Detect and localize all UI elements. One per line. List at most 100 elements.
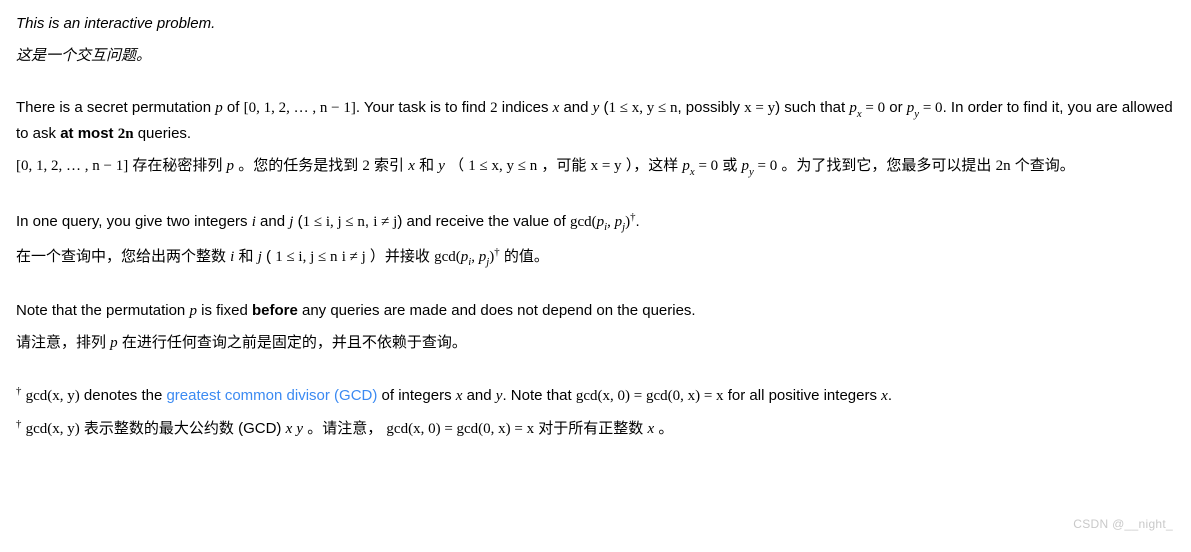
intro-en-text: This is an interactive problem. — [16, 15, 215, 32]
t: 的值。 — [500, 248, 549, 265]
p3-en: In one query, you give two integers i an… — [16, 209, 1175, 236]
atmost: at most — [60, 125, 118, 142]
t: indices — [498, 99, 553, 116]
t: 索引 — [370, 157, 408, 174]
p4-zh: 请注意，排列 p 在进行任何查询之前是固定的，并且不依赖于查询。 — [16, 331, 1175, 355]
gcd-link[interactable]: greatest common divisor (GCD) — [166, 387, 377, 404]
twon: 2n — [118, 126, 134, 142]
t: ) such that — [775, 99, 849, 116]
t: 和 — [415, 157, 438, 174]
t: 表示整数的最大公约数 (GCD) — [80, 420, 286, 437]
t: 或 — [718, 157, 741, 174]
t: or — [885, 99, 907, 116]
py: p — [742, 158, 750, 174]
t: and — [559, 99, 592, 116]
xeqy: x = y — [591, 158, 622, 174]
px: p — [849, 100, 857, 116]
sub-x: x — [690, 166, 695, 178]
t: queries. — [134, 125, 192, 142]
t: of integers — [377, 387, 455, 404]
eq0b: = 0 — [754, 158, 777, 174]
t: 对于所有正整数 — [534, 420, 647, 437]
t: ），这样 — [622, 157, 683, 174]
var-y: y — [438, 158, 445, 174]
t: ，可能 — [537, 157, 590, 174]
dagger-mark: † — [16, 418, 21, 430]
sub-j: j — [486, 256, 489, 268]
t: . — [888, 387, 892, 404]
eq0: = 0 — [695, 158, 718, 174]
t: of — [223, 99, 244, 116]
eq0: = 0 — [862, 100, 885, 116]
sub-i: i — [468, 256, 471, 268]
var-p: p — [215, 100, 223, 116]
intro-zh: 这是一个交互问题。 — [16, 44, 1175, 68]
t: （ — [445, 157, 468, 174]
t: 。 — [654, 420, 673, 437]
gcd: gcd( — [570, 214, 597, 230]
ineqj: i ≠ j — [342, 249, 366, 265]
pj: p — [615, 214, 623, 230]
watermark: CSDN @__night_ — [1073, 515, 1173, 534]
comma: , — [471, 249, 479, 265]
t: There is a secret permutation — [16, 99, 215, 116]
watermark-text: CSDN @__night_ — [1073, 517, 1173, 531]
gcdxy: gcd(x, y) — [26, 388, 80, 404]
var-x: x — [408, 158, 415, 174]
t: . Note that — [502, 387, 575, 404]
t: denotes the — [80, 387, 167, 404]
t: . — [636, 213, 640, 230]
p5-en: † gcd(x, y) denotes the greatest common … — [16, 383, 1175, 408]
xeqy: x = y — [744, 100, 775, 116]
t: , — [365, 213, 373, 230]
p5-zh: † gcd(x, y) 表示整数的最大公约数 (GCD) x y 。请注意， g… — [16, 416, 1175, 441]
sub-x: x — [857, 108, 862, 120]
range-zh: [0, 1, 2, … , n − 1] — [16, 158, 128, 174]
intro-en: This is an interactive problem. — [16, 12, 1175, 36]
eq0b: = 0 — [919, 100, 942, 116]
t: ( — [262, 248, 275, 265]
sub-j: j — [622, 221, 625, 233]
before: before — [252, 302, 298, 319]
t: ( — [599, 99, 608, 116]
p2-en: There is a secret permutation p of [0, 1… — [16, 96, 1175, 146]
two: 2 — [362, 158, 370, 174]
t: 个查询。 — [1011, 157, 1075, 174]
var-x: x — [881, 388, 888, 404]
t: . Your task is to find — [356, 99, 490, 116]
p3-zh: 在一个查询中，您给出两个整数 i 和 j ( 1 ≤ i, j ≤ n i ≠ … — [16, 244, 1175, 271]
gcdxy: gcd(x, y) — [26, 421, 80, 437]
t: and — [256, 213, 289, 230]
t: 。为了找到它，您最多可以提出 — [777, 157, 995, 174]
dagger-sup: † — [494, 246, 499, 258]
ijbound: 1 ≤ i, j ≤ n — [275, 249, 337, 265]
var-p: p — [227, 158, 235, 174]
dagger-mark: † — [16, 385, 21, 397]
sub-y: y — [914, 108, 919, 120]
bound: 1 ≤ x, y ≤ n — [609, 100, 678, 116]
gcd: gcd( — [434, 249, 461, 265]
pi: p — [597, 214, 605, 230]
ineqj: i ≠ j — [373, 214, 397, 230]
var-p: p — [189, 303, 197, 319]
intro-zh-text: 这是一个交互问题。 — [16, 47, 151, 64]
t: 请注意，排列 — [16, 334, 110, 351]
eqchain: gcd(x, 0) = gcd(0, x) = x — [576, 388, 724, 404]
two: 2 — [490, 100, 498, 116]
t: 和 — [234, 248, 257, 265]
t: In one query, you give two integers — [16, 213, 252, 230]
t: 在一个查询中，您给出两个整数 — [16, 248, 230, 265]
t: for all positive integers — [724, 387, 882, 404]
t: 在进行任何查询之前是固定的，并且不依赖于查询。 — [118, 334, 467, 351]
bound: 1 ≤ x, y ≤ n — [468, 158, 537, 174]
dagger-sup: † — [630, 211, 635, 223]
ijbound: 1 ≤ i, j ≤ n — [303, 214, 365, 230]
twon: 2n — [996, 158, 1011, 174]
t: , possibly — [677, 99, 744, 116]
t: is fixed — [197, 302, 252, 319]
t: 。请注意， — [303, 420, 382, 437]
t: ( — [293, 213, 302, 230]
t: Note that the permutation — [16, 302, 189, 319]
t: ）并接收 — [366, 248, 434, 265]
t: 。您的任务是找到 — [234, 157, 362, 174]
